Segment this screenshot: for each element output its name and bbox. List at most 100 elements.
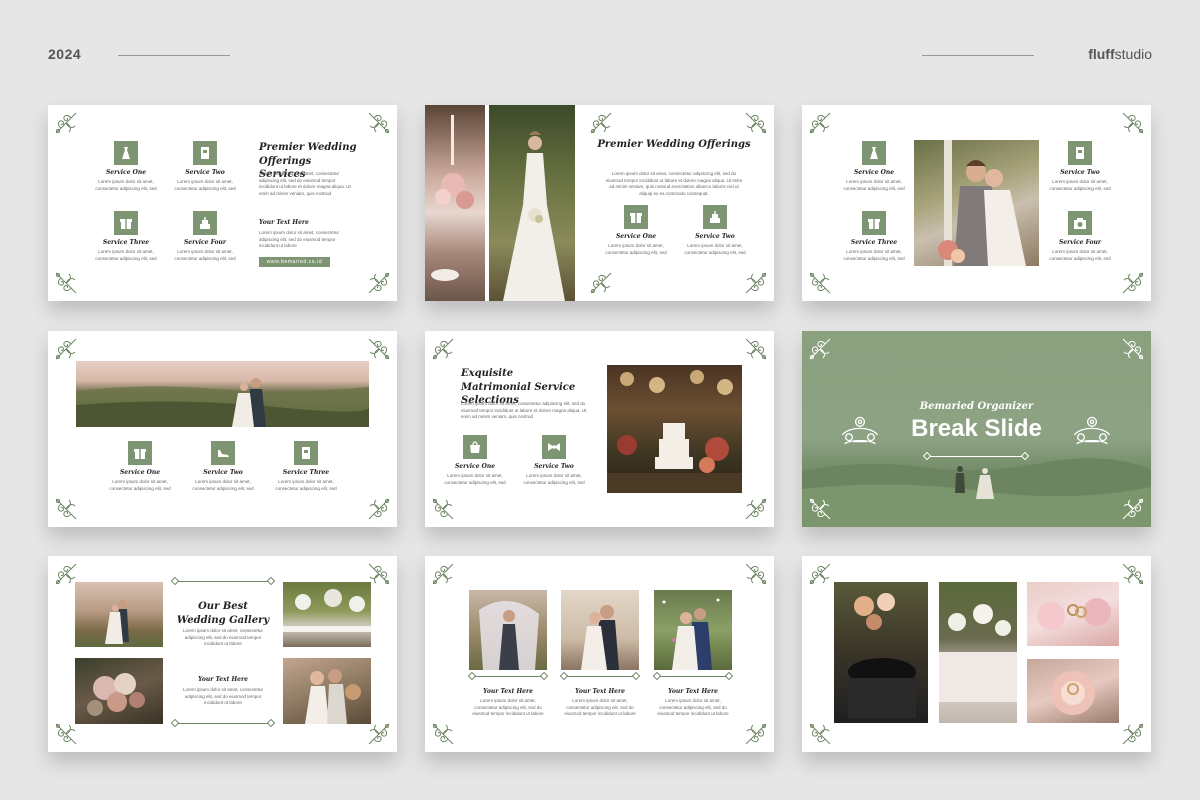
service-title: Service Two xyxy=(695,233,735,240)
service-title: Service Three xyxy=(282,469,330,476)
ornament-icon xyxy=(431,722,455,746)
ornament-icon xyxy=(808,722,832,746)
service-title: Service Four xyxy=(1058,239,1102,246)
service-title: Service One xyxy=(105,169,147,176)
ornament-icon xyxy=(431,337,455,361)
card-icon xyxy=(294,441,318,465)
slide-three-photos[interactable]: Your Text Here Lorem ipsum dolor sit ame… xyxy=(425,556,774,752)
title-divider xyxy=(922,451,1030,461)
ornament-icon xyxy=(808,271,832,295)
photo-caption: Your Text Here Lorem ipsum dolor sit ame… xyxy=(469,684,547,718)
service-item: Service Three Lorem ipsum dolor sit amet… xyxy=(86,211,166,262)
slide-body-text: Lorem ipsum dolor sit amet, consectetur … xyxy=(182,628,264,646)
service-item: Service Three Lorem ipsum dolor sit amet… xyxy=(834,211,914,262)
bouquet-photo xyxy=(834,582,928,723)
service-item: Service One Lorem ipsum dolor sit amet, … xyxy=(596,205,676,256)
slide-gallery[interactable]: Our Best Wedding Gallery Lorem ipsum dol… xyxy=(48,556,397,752)
your-text-heading: Your Text Here xyxy=(198,676,248,683)
service-desc: Lorem ipsum dolor sit amet, consectetur … xyxy=(843,179,905,191)
service-desc: Lorem ipsum dolor sit amet, consectetur … xyxy=(95,179,157,191)
ornament-icon xyxy=(744,271,768,295)
slide-break[interactable]: Bemaried Organizer Break Slide xyxy=(802,331,1151,527)
slide-body-text: Lorem ipsum dolor sit amet, consectetur … xyxy=(259,171,351,196)
ornament-icon xyxy=(367,271,391,295)
brand-logo: fluffstudio xyxy=(1088,46,1152,62)
slide-photo-collage[interactable] xyxy=(802,556,1151,752)
service-item: Service One Lorem ipsum dolor sit amet, … xyxy=(86,141,166,192)
header-line-left xyxy=(118,55,230,56)
caption-desc: Lorem ipsum dolor sit amet, consectetur … xyxy=(657,698,729,716)
bow-icon xyxy=(542,435,566,459)
camera-icon xyxy=(1068,211,1092,235)
slide-landscape-services[interactable]: Service One Lorem ipsum dolor sit amet, … xyxy=(48,331,397,527)
service-item: Service Three Lorem ipsum dolor sit amet… xyxy=(266,441,346,492)
gallery-divider-top xyxy=(170,576,276,586)
your-text-heading: Your Text Here xyxy=(259,219,309,226)
service-desc: Lorem ipsum dolor sit amet, consectetur … xyxy=(523,473,585,485)
service-desc: Lorem ipsum dolor sit amet, consectetur … xyxy=(109,479,171,491)
ornament-icon xyxy=(1121,271,1145,295)
break-title: Break Slide xyxy=(911,415,1042,442)
service-item: Service Two Lorem ipsum dolor sit amet, … xyxy=(675,205,755,256)
table-setting-photo xyxy=(939,582,1017,723)
caption-desc: Lorem ipsum dolor sit amet, consectetur … xyxy=(472,698,544,716)
ornament-icon xyxy=(431,497,455,521)
ornament-icon xyxy=(54,271,78,295)
bride-photo xyxy=(489,105,575,301)
card-icon xyxy=(193,141,217,165)
service-title: Service Two xyxy=(1060,169,1100,176)
card-icon xyxy=(1068,141,1092,165)
service-item: Service Two Lorem ipsum dolor sit amet, … xyxy=(165,141,245,192)
service-desc: Lorem ipsum dolor sit amet, consectetur … xyxy=(95,249,157,261)
gallery-photo xyxy=(283,582,371,647)
service-title: Service Two xyxy=(534,463,574,470)
ornament-icon xyxy=(367,722,391,746)
service-desc: Lorem ipsum dolor sit amet, consectetur … xyxy=(192,479,254,491)
caption-title: Your Text Here xyxy=(575,688,625,695)
gallery-photo xyxy=(75,582,163,647)
couple-photo xyxy=(914,140,1039,266)
service-item: Service Four Lorem ipsum dolor sit amet,… xyxy=(1040,211,1120,262)
gift-icon xyxy=(128,441,152,465)
cake-icon xyxy=(193,211,217,235)
year-label: 2024 xyxy=(48,46,82,62)
service-title: Service One xyxy=(615,233,657,240)
slide-title: Our Best Wedding Gallery xyxy=(176,601,270,626)
slide-matrimonial-selections[interactable]: Exquisite Matrimonial Service Selections… xyxy=(425,331,774,527)
ornament-icon xyxy=(54,722,78,746)
service-title: Service Two xyxy=(203,469,243,476)
ornament-icon xyxy=(744,337,768,361)
slide-title: Premier Wedding Offerings xyxy=(597,139,751,150)
caption-divider xyxy=(559,671,641,681)
gallery-divider-bottom xyxy=(170,718,276,728)
ornament-icon xyxy=(744,111,768,135)
service-item: Service Two Lorem ipsum dolor sit amet, … xyxy=(514,435,594,486)
caption-divider xyxy=(652,671,734,681)
service-title: Service One xyxy=(119,469,161,476)
ornament-icon xyxy=(808,562,832,586)
shoe-icon xyxy=(211,441,235,465)
service-item: Service Four Lorem ipsum dolor sit amet,… xyxy=(165,211,245,262)
slide-offerings-photo[interactable]: Premier Wedding Offerings Lorem ipsum do… xyxy=(425,105,774,301)
service-desc: Lorem ipsum dolor sit amet, consectetur … xyxy=(275,479,337,491)
break-subtitle: Bemaried Organizer xyxy=(919,401,1034,412)
gallery-photo xyxy=(75,658,163,724)
service-title: Service Four xyxy=(183,239,227,246)
ornament-icon xyxy=(1121,722,1145,746)
ornament-icon xyxy=(744,722,768,746)
ornament-icon xyxy=(1121,111,1145,135)
service-item: Service One Lorem ipsum dolor sit amet, … xyxy=(834,141,914,192)
bag-icon xyxy=(463,435,487,459)
caption-title: Your Text Here xyxy=(483,688,533,695)
ornament-icon xyxy=(1121,497,1145,521)
slide-body-text: Lorem ipsum dolor sit amet, consectetur … xyxy=(182,687,264,705)
slide-services-four[interactable]: Service One Lorem ipsum dolor sit amet, … xyxy=(48,105,397,301)
landscape-couple-photo xyxy=(76,361,369,427)
ornament-icon xyxy=(431,562,455,586)
ornament-icon xyxy=(367,111,391,135)
photo-caption: Your Text Here Lorem ipsum dolor sit ame… xyxy=(561,684,639,718)
slide-services-couple[interactable]: Service One Lorem ipsum dolor sit amet, … xyxy=(802,105,1151,301)
slide-body-text: Lorem ipsum dolor sit amet, consectetur … xyxy=(259,230,340,248)
gallery-photo xyxy=(283,658,371,724)
website-button[interactable]: www.bemaried.co.id xyxy=(259,257,330,267)
